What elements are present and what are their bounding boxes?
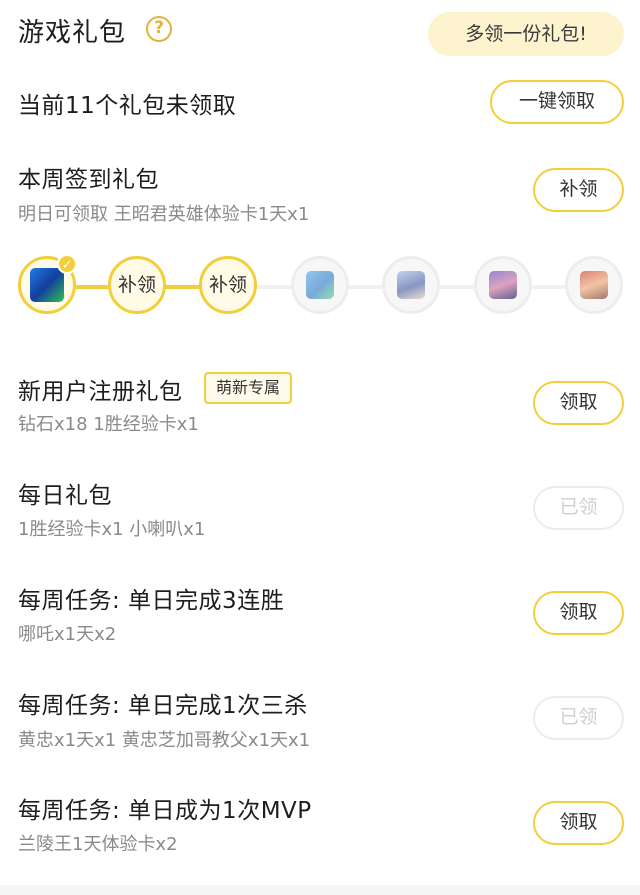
task-triple-kill-claimed-button[interactable]: 已领 <box>533 696 624 740</box>
page-title: 游戏礼包 <box>18 18 127 48</box>
claim-all-button[interactable]: 一键领取 <box>490 80 624 124</box>
new-user-gift-subtitle: 钻石x18 1胜经验卡x1 <box>18 414 199 435</box>
bottom-divider <box>0 885 640 895</box>
signin-day-3[interactable]: 补领 <box>199 256 257 314</box>
hero-avatar-icon <box>397 271 425 299</box>
claim-task-mvp-button[interactable]: 领取 <box>533 801 624 845</box>
hero-avatar-icon <box>580 271 608 299</box>
makeup-label: 补领 <box>117 274 156 296</box>
help-icon[interactable]: ? <box>146 16 172 42</box>
signin-day-4 <box>291 256 349 314</box>
daily-gift-title: 每日礼包 <box>18 483 112 509</box>
signin-day-5 <box>382 256 440 314</box>
hero-avatar-icon <box>489 271 517 299</box>
weekly-task-triple-kill-subtitle: 黄忠x1天x1 黄忠芝加哥教父x1天x1 <box>18 730 311 751</box>
claim-new-user-button[interactable]: 领取 <box>533 381 624 425</box>
signin-progress-track: ✓ 补领 补领 <box>0 254 640 318</box>
weekly-task-triple-kill-title: 每周任务: 单日完成1次三杀 <box>18 693 308 719</box>
weekly-signin-title: 本周签到礼包 <box>18 167 159 193</box>
makeup-signin-button[interactable]: 补领 <box>533 168 624 212</box>
extra-gift-button[interactable]: 多领一份礼包! <box>428 12 624 56</box>
new-user-gift-title: 新用户注册礼包 <box>18 379 183 405</box>
claim-task-3-wins-button[interactable]: 领取 <box>533 591 624 635</box>
signin-day-1: ✓ <box>18 254 77 314</box>
header: 游戏礼包 ? 多领一份礼包! <box>0 0 640 60</box>
signin-day-7 <box>565 256 623 314</box>
weekly-task-3-wins-subtitle: 哪吒x1天x2 <box>18 624 117 645</box>
daily-gift-subtitle: 1胜经验卡x1 小喇叭x1 <box>18 519 206 540</box>
experience-card-icon <box>30 268 64 302</box>
weekly-task-3-wins-title: 每周任务: 单日完成3连胜 <box>18 588 285 614</box>
signin-day-2[interactable]: 补领 <box>108 256 166 314</box>
weekly-task-mvp-title: 每周任务: 单日成为1次MVP <box>18 798 312 824</box>
signin-day-6 <box>474 256 532 314</box>
weekly-task-mvp-subtitle: 兰陵王1天体验卡x2 <box>18 834 178 855</box>
unclaimed-count-text: 当前11个礼包未领取 <box>18 93 237 119</box>
makeup-label: 补领 <box>208 274 247 296</box>
experience-card-icon <box>306 271 334 299</box>
daily-claimed-button[interactable]: 已领 <box>533 486 624 530</box>
newbie-badge: 萌新专属 <box>204 372 293 404</box>
check-icon: ✓ <box>57 254 77 274</box>
weekly-signin-subtitle: 明日可领取 王昭君英雄体验卡1天x1 <box>18 204 310 225</box>
